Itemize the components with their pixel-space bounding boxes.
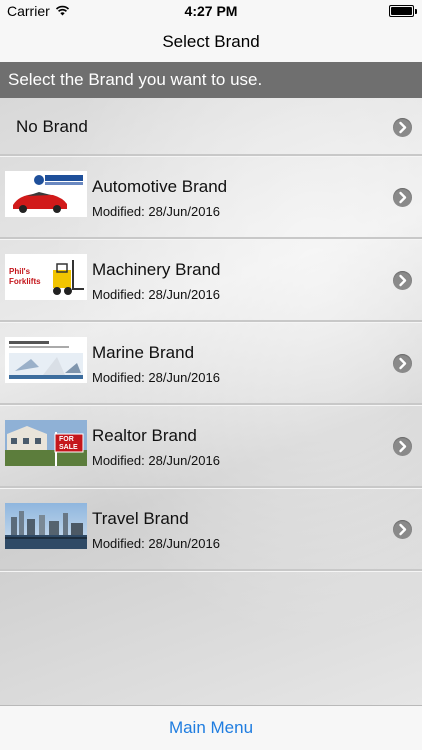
capitol-chevrolet-thumbnail bbox=[5, 171, 87, 217]
chevron-right-icon bbox=[393, 188, 412, 207]
svg-text:Forklifts: Forklifts bbox=[9, 277, 41, 286]
svg-text:Phil's: Phil's bbox=[9, 267, 31, 276]
chevron-right-icon bbox=[393, 437, 412, 456]
no-brand-row[interactable]: No Brand bbox=[0, 98, 422, 156]
brand-name: Realtor Brand bbox=[92, 426, 197, 445]
brand-modified-date: Modified: 28/Jun/2016 bbox=[92, 287, 220, 302]
no-brand-label: No Brand bbox=[16, 117, 88, 136]
phils-forklifts-thumbnail: Phil's Forklifts bbox=[5, 254, 87, 300]
harbor-thumbnail bbox=[5, 503, 87, 549]
brand-list: No Brand Automotive Brand Modified: 28/J… bbox=[0, 98, 422, 705]
brand-name: Automotive Brand bbox=[92, 177, 228, 196]
battery-icon bbox=[389, 5, 417, 17]
brand-row-machinery[interactable]: Phil's Forklifts Machinery Brand Modifie… bbox=[0, 239, 422, 322]
brand-row-travel[interactable]: Travel Brand Modified: 28/Jun/2016 bbox=[0, 488, 422, 571]
navigation-bar: Select Brand bbox=[0, 22, 422, 62]
chevron-right-icon bbox=[393, 354, 412, 373]
brand-name: Marine Brand bbox=[92, 343, 195, 362]
brand-name: Travel Brand bbox=[92, 509, 189, 528]
clock: 4:27 PM bbox=[184, 3, 238, 19]
svg-text:SALE: SALE bbox=[59, 444, 78, 451]
page-title: Select Brand bbox=[162, 32, 260, 51]
boat-sales-thumbnail bbox=[5, 337, 87, 383]
brand-modified-date: Modified: 28/Jun/2016 bbox=[92, 453, 220, 468]
brand-modified-date: Modified: 28/Jun/2016 bbox=[92, 370, 220, 385]
for-sale-sign-thumbnail: FOR SALE bbox=[5, 420, 87, 466]
brand-row-marine[interactable]: Marine Brand Modified: 28/Jun/2016 bbox=[0, 322, 422, 405]
chevron-right-icon bbox=[393, 520, 412, 539]
brand-modified-date: Modified: 28/Jun/2016 bbox=[92, 536, 220, 551]
instruction-text: Select the Brand you want to use. bbox=[8, 70, 263, 89]
brand-row-automotive[interactable]: Automotive Brand Modified: 28/Jun/2016 bbox=[0, 156, 422, 239]
brand-row-realtor[interactable]: FOR SALE Realtor Brand Modified: 28/Jun/… bbox=[0, 405, 422, 488]
status-bar: Carrier 4:27 PM bbox=[0, 0, 422, 22]
svg-text:FOR: FOR bbox=[59, 436, 74, 443]
chevron-right-icon bbox=[393, 271, 412, 290]
chevron-right-icon bbox=[393, 118, 412, 137]
main-menu-button[interactable]: Main Menu bbox=[169, 718, 253, 737]
brand-name: Machinery Brand bbox=[92, 260, 221, 279]
instruction-banner: Select the Brand you want to use. bbox=[0, 62, 422, 98]
brand-modified-date: Modified: 28/Jun/2016 bbox=[92, 204, 220, 219]
bottom-toolbar: Main Menu bbox=[0, 705, 422, 750]
